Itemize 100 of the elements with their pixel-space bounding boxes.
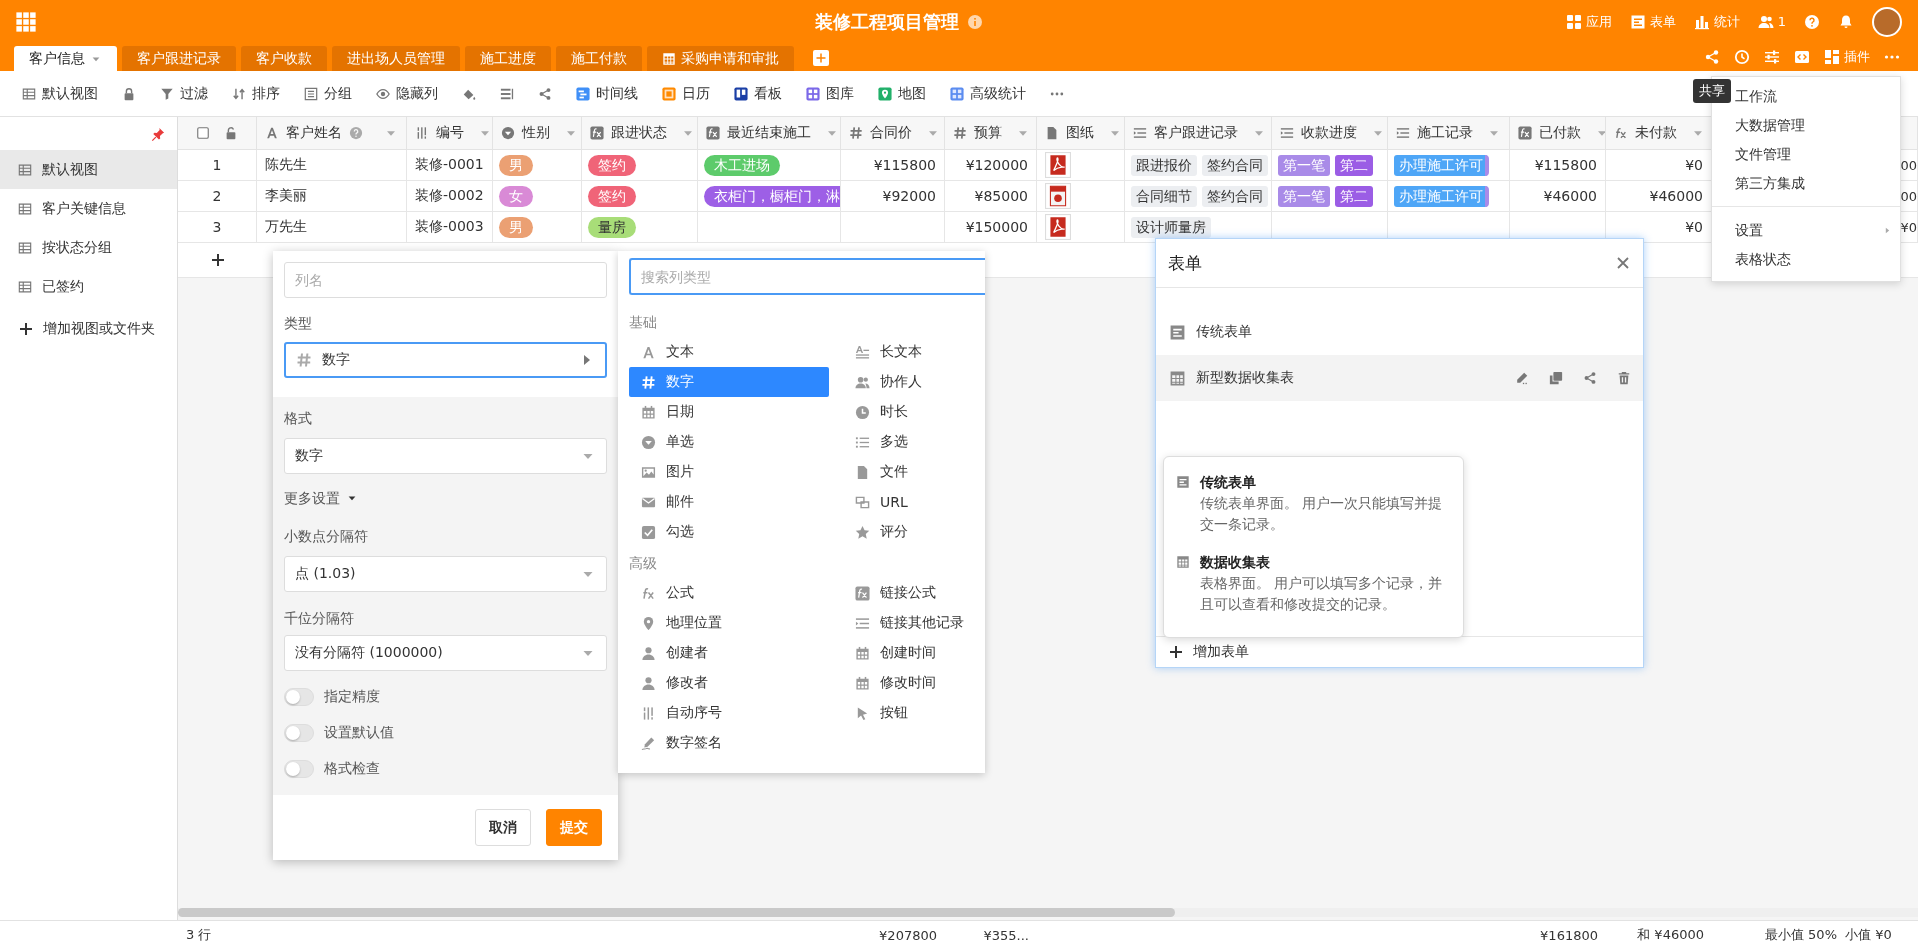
toggle-switch[interactable] xyxy=(284,688,314,706)
toolbar-button[interactable]: 隐藏列 xyxy=(376,84,438,103)
column-header[interactable]: 跟进状态 xyxy=(582,117,698,150)
share-button[interactable] xyxy=(1583,371,1597,385)
column-header[interactable]: 施工记录 xyxy=(1388,117,1510,150)
type-option[interactable]: 协作人 xyxy=(843,367,985,397)
type-option[interactable]: 数字签名 xyxy=(629,728,829,758)
toolbar-button[interactable]: 分组 xyxy=(304,84,352,103)
toggle-switch[interactable] xyxy=(284,760,314,778)
add-form-button[interactable]: 增加表单 xyxy=(1168,643,1249,661)
column-header[interactable]: 最近结束施工 xyxy=(698,117,841,150)
tab[interactable]: 客户信息 xyxy=(14,46,117,71)
edit-button[interactable] xyxy=(1515,371,1529,385)
toolbar-button[interactable]: 地图 xyxy=(878,84,926,103)
column-summary: ¥355... xyxy=(983,927,1030,943)
sidebar-item[interactable]: 客户关键信息 xyxy=(0,189,177,228)
calendar-icon xyxy=(855,675,870,691)
format-select[interactable]: 数字 xyxy=(284,438,607,474)
toolbar-button[interactable]: 日历 xyxy=(662,84,710,103)
type-option[interactable]: 图片 xyxy=(629,457,829,487)
column-header[interactable]: 客户跟进记录 xyxy=(1125,117,1272,150)
tag: 衣柜门，橱柜门，淋 xyxy=(704,185,840,207)
menu-item[interactable]: 设置 xyxy=(1712,216,1900,245)
sidebar-item[interactable]: 按状态分组 xyxy=(0,228,177,267)
type-option[interactable]: URL xyxy=(843,487,985,517)
type-option[interactable]: 勾选 xyxy=(629,517,829,547)
form-item[interactable]: 传统表单 xyxy=(1156,309,1643,355)
type-option[interactable]: 链接其他记录 xyxy=(843,608,985,638)
toolbar-button[interactable]: 时间线 xyxy=(576,84,638,103)
sidebar-item[interactable]: 默认视图 xyxy=(0,150,177,189)
toolbar-button[interactable]: 图库 xyxy=(806,84,854,103)
toolbar-button[interactable] xyxy=(1704,49,1720,65)
type-option[interactable]: 按钮 xyxy=(843,698,985,728)
type-option[interactable]: 创建者 xyxy=(629,638,829,668)
sidebar-item[interactable]: 已签约 xyxy=(0,267,177,306)
toolbar-button[interactable]: 看板 xyxy=(734,84,782,103)
menu-item[interactable]: 表格状态 xyxy=(1712,245,1900,274)
cancel-button[interactable]: 取消 xyxy=(475,809,531,846)
more-settings-toggle[interactable]: 更多设置 xyxy=(284,489,358,507)
type-option[interactable]: 邮件 xyxy=(629,487,829,517)
column-header[interactable]: 编号 xyxy=(407,117,493,150)
column-header[interactable]: 已付款 xyxy=(1510,117,1606,150)
scrollbar[interactable] xyxy=(178,908,1918,917)
toolbar-button[interactable]: 默认视图 xyxy=(22,84,98,103)
type-option[interactable]: 长文本 xyxy=(843,337,985,367)
type-option[interactable]: 单选 xyxy=(629,427,829,457)
pushpin-icon xyxy=(151,126,165,141)
type-option[interactable]: 公式 xyxy=(629,578,829,608)
toolbar-button[interactable] xyxy=(1734,49,1750,65)
copy-button[interactable] xyxy=(1549,371,1563,385)
search-field[interactable]: 搜索列类型 xyxy=(629,258,985,295)
column-header[interactable]: 预算 xyxy=(945,117,1037,150)
type-option[interactable]: 日期 xyxy=(629,397,829,427)
close-button[interactable] xyxy=(1615,255,1631,271)
type-option[interactable]: 评分 xyxy=(843,517,985,547)
type-option[interactable]: 修改时间 xyxy=(843,668,985,698)
toolbar-button[interactable]: 排序 xyxy=(232,84,280,103)
header-button[interactable] xyxy=(1804,13,1820,30)
toolbar-button[interactable] xyxy=(122,86,136,101)
add-row-button[interactable] xyxy=(209,252,226,268)
toolbar-button[interactable]: 过滤 xyxy=(160,84,208,103)
type-select[interactable]: 数字 xyxy=(284,342,607,378)
menu-item[interactable]: 大数据管理 xyxy=(1712,111,1900,140)
plus-icon xyxy=(209,252,226,268)
column-header[interactable]: 图纸 xyxy=(1037,117,1125,150)
header-button[interactable] xyxy=(1838,13,1854,30)
delete-button[interactable] xyxy=(1617,371,1631,385)
option-title[interactable]: 数据收集表 xyxy=(1200,551,1451,573)
toolbar-button[interactable] xyxy=(500,86,514,101)
type-option[interactable]: 文本 xyxy=(629,337,829,367)
thousands-select[interactable]: 没有分隔符 (1000000) xyxy=(284,635,607,671)
column-header[interactable]: 性别 xyxy=(493,117,582,150)
column-header[interactable]: 客户姓名 xyxy=(257,117,407,150)
type-option[interactable]: 时长 xyxy=(843,397,985,427)
type-option[interactable]: 创建时间 xyxy=(843,638,985,668)
column-header[interactable]: 收款进度 xyxy=(1272,117,1388,150)
hash-icon xyxy=(849,126,863,140)
type-option[interactable]: 地理位置 xyxy=(629,608,829,638)
tag: 设计师量房 xyxy=(1131,216,1211,238)
toggle-switch[interactable] xyxy=(284,724,314,742)
decimal-select[interactable]: 点 (1.03) xyxy=(284,556,607,592)
column-name-field[interactable]: 列名 xyxy=(284,262,607,298)
tag: 办理施工许可 xyxy=(1394,185,1488,207)
type-option[interactable]: 自动序号 xyxy=(629,698,829,728)
toolbar-button[interactable] xyxy=(538,86,552,101)
toolbar-button[interactable] xyxy=(1794,49,1810,65)
type-option[interactable]: 链接公式 xyxy=(843,578,985,608)
option-title[interactable]: 传统表单 xyxy=(1200,471,1451,493)
form-item[interactable]: 新型数据收集表 xyxy=(1156,355,1643,401)
type-option[interactable]: 修改者 xyxy=(629,668,829,698)
toolbar-button[interactable]: 高级统计 xyxy=(950,84,1026,103)
eye-icon xyxy=(376,86,390,101)
info-icon xyxy=(967,13,983,30)
plus-icon xyxy=(1168,644,1184,660)
type-option[interactable]: 多选 xyxy=(843,427,985,457)
column-header[interactable]: 合同价 xyxy=(841,117,945,150)
type-option[interactable]: 文件 xyxy=(843,457,985,487)
toolbar-button[interactable] xyxy=(1764,49,1780,65)
add-view-button[interactable]: 增加视图或文件夹 xyxy=(0,306,155,352)
avatar[interactable] xyxy=(1872,6,1902,37)
